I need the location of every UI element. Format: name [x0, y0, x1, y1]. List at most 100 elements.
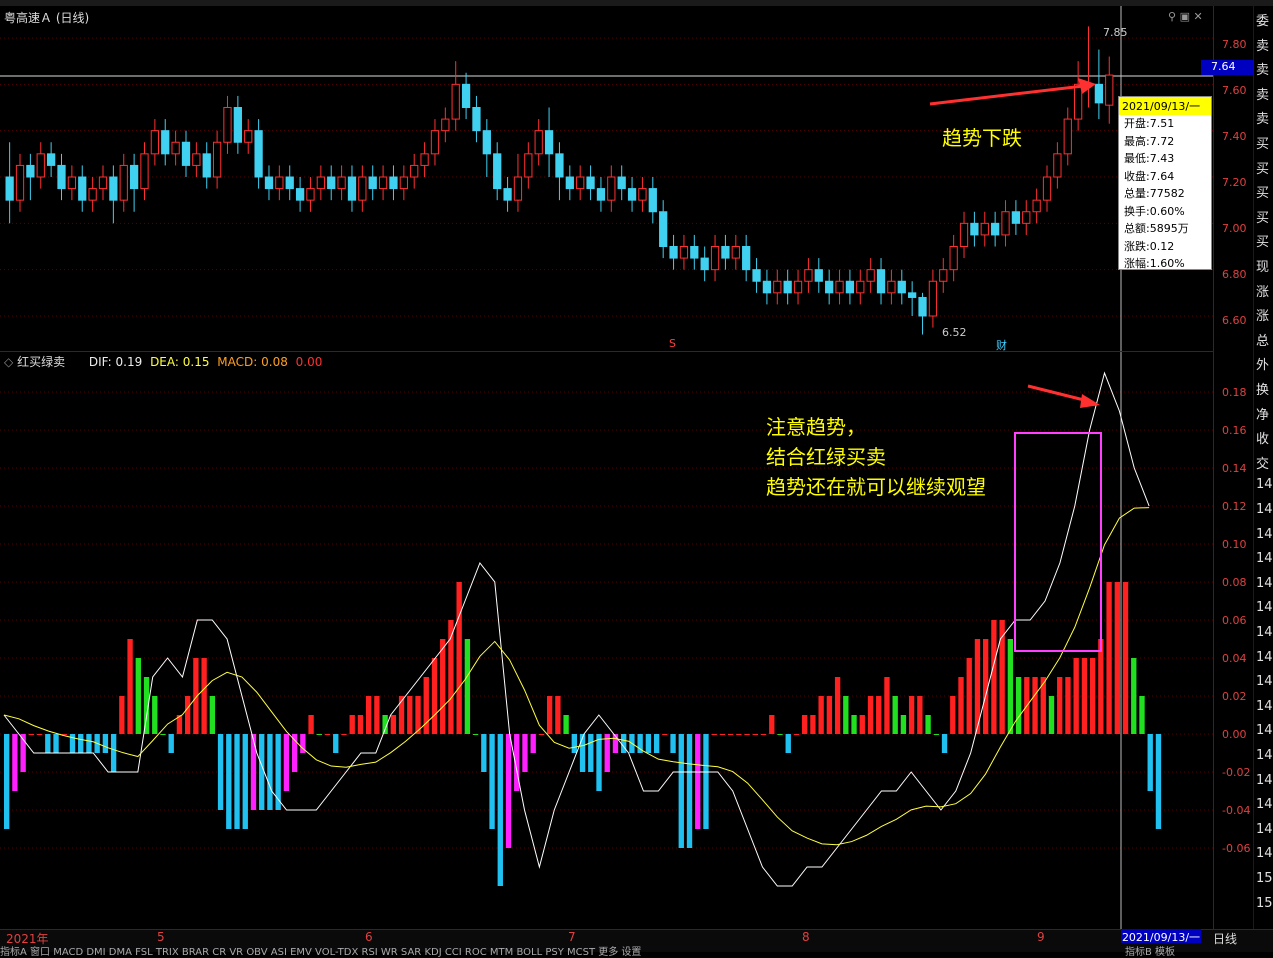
macd-bar: [481, 734, 487, 772]
candle-body: [970, 222, 979, 236]
candle-body: [223, 107, 232, 143]
side-quote-label: 14: [1256, 723, 1273, 739]
side-quote-label: 14: [1256, 772, 1273, 788]
candle-body: [493, 153, 502, 190]
side-quote-label: 14: [1256, 526, 1273, 542]
candle-body: [5, 176, 14, 201]
candle-body: [825, 280, 834, 294]
x-label-july: 7: [568, 930, 576, 944]
macd-bar: [859, 715, 865, 734]
period-button[interactable]: 日线: [1213, 930, 1237, 947]
cai-marker[interactable]: 财: [996, 337, 1007, 353]
candle-body: [845, 280, 855, 294]
price-tick-label: 7.40: [1222, 130, 1247, 143]
side-quote-label: 卖: [1256, 112, 1270, 128]
candle-body: [171, 141, 180, 155]
candle-body: [524, 153, 533, 178]
candlestick-chart[interactable]: [0, 6, 1213, 351]
candle-body: [752, 269, 761, 282]
s-marker[interactable]: S: [669, 337, 676, 350]
candle-body: [244, 130, 253, 143]
panel-controls[interactable]: ⚲ ▣ ✕: [1168, 10, 1203, 23]
candle-body: [26, 164, 35, 178]
candle-body: [762, 280, 772, 294]
macd-bar: [308, 715, 314, 734]
macd-bar: [596, 734, 602, 791]
side-quote-label: 换: [1256, 383, 1270, 398]
macd-bar: [1073, 658, 1079, 734]
candle-body: [679, 246, 689, 259]
macd-bar: [621, 734, 627, 753]
macd-bar: [102, 734, 109, 753]
macd-bar: [991, 620, 997, 734]
candle-body: [461, 83, 471, 109]
macd-tick-label: 0.16: [1222, 424, 1247, 437]
macd-bar: [1032, 677, 1038, 734]
x-label-june: 6: [365, 930, 373, 944]
macd-bar: [546, 696, 553, 734]
macd-tick-label: -0.04: [1222, 804, 1251, 817]
candle-body: [627, 188, 637, 201]
macd-bar: [86, 734, 92, 753]
candle-body: [389, 176, 398, 190]
dif-value: DIF: 0.19: [88, 355, 143, 369]
dea-value: DEA: 0.15: [150, 355, 210, 369]
candle-body: [544, 130, 554, 155]
candle-body: [430, 130, 440, 155]
candle-body: [202, 153, 211, 178]
note-annotation: 注意趋势， 结合红绿买卖 趋势还在就可以继续观望: [766, 412, 986, 502]
window-icon[interactable]: ▣: [1180, 10, 1190, 23]
collapse-icon[interactable]: ◇: [4, 355, 13, 369]
macd-bar: [908, 696, 915, 734]
price-tick-label: 6.60: [1222, 314, 1247, 327]
price-tick-label: 6.80: [1222, 268, 1247, 281]
candle-body: [887, 280, 896, 294]
side-quote-label: 外: [1256, 358, 1270, 374]
candle-body: [15, 164, 25, 201]
candle-body: [897, 280, 906, 294]
macd-bar: [365, 696, 372, 734]
trend-arrow: [929, 83, 1093, 106]
candle-body: [1053, 153, 1062, 178]
candle-body: [939, 269, 948, 282]
candle-body: [337, 176, 346, 190]
candle-body: [814, 269, 823, 282]
macd-bar: [563, 715, 569, 734]
macd-bar: [645, 734, 652, 753]
macd-bar: [234, 734, 240, 829]
close-icon[interactable]: ✕: [1193, 10, 1202, 23]
macd-bar: [110, 734, 117, 772]
side-quote-label: 买: [1256, 210, 1270, 226]
price-chart-panel[interactable]: 粤高速Ａ (日线) ⚲ ▣ ✕ 7.85 6.52 S 财 趋势下跌: [0, 6, 1213, 352]
macd-panel[interactable]: ◇ 红买绿卖 DIF: 0.19 DEA: 0.15 MACD: 0.08 0.…: [0, 352, 1213, 929]
macd-bar: [324, 734, 331, 735]
candle-body: [596, 188, 606, 201]
high-price-label: 7.85: [1103, 26, 1128, 39]
side-quote-label: 14: [1256, 748, 1273, 763]
macd-bar: [283, 734, 290, 791]
side-quote-label: 14: [1256, 649, 1273, 665]
macd-bar: [900, 715, 907, 734]
macd-tick-label: 0.04: [1222, 652, 1247, 665]
candle-body: [140, 153, 149, 190]
macd-tick-label: 0.10: [1222, 538, 1247, 551]
highlight-box: [1014, 432, 1102, 652]
candle-body: [347, 176, 357, 201]
candle-body: [835, 280, 844, 294]
tooltip-volume: 总量:77582: [1124, 187, 1185, 200]
side-quote-label: 14: [1256, 821, 1273, 837]
side-quote-label: 买: [1256, 137, 1270, 152]
macd-bar: [843, 696, 849, 734]
candle-body: [46, 153, 56, 166]
macd-chart[interactable]: [0, 352, 1213, 929]
side-quote-label: 买: [1256, 161, 1270, 177]
macd-bar: [752, 734, 758, 735]
candle-body: [534, 130, 543, 155]
candle-body: [181, 141, 191, 166]
candle-body: [233, 107, 242, 143]
side-quote-label: 14: [1256, 477, 1273, 493]
candle-body: [399, 176, 408, 190]
indicator-name[interactable]: 红买绿卖: [17, 355, 65, 369]
search-icon[interactable]: ⚲: [1168, 10, 1176, 23]
side-quote-label: 14: [1256, 846, 1273, 862]
